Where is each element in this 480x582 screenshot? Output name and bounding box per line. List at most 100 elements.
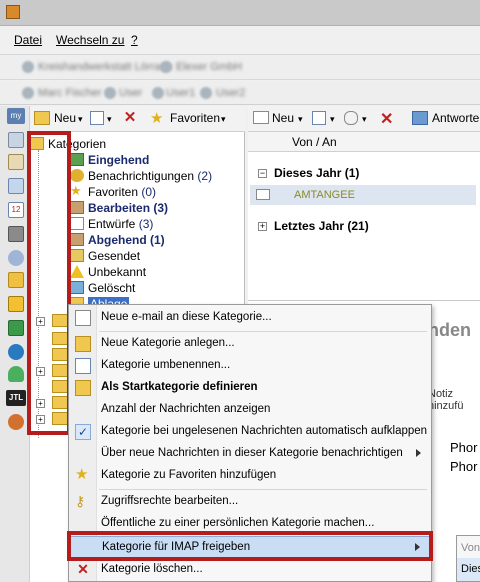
menu-item-auto-expand[interactable]: ✓ Kategorie bei ungelesenen Nachrichten …: [69, 421, 431, 443]
column-von-an[interactable]: Von / An: [292, 135, 337, 149]
documents-icon[interactable]: [8, 178, 24, 194]
tree-item-count: (0): [141, 185, 157, 199]
calendar-icon[interactable]: 12: [8, 202, 24, 218]
star-icon: ★: [150, 110, 164, 127]
user-icon: [104, 87, 116, 99]
collapse-icon[interactable]: −: [258, 169, 267, 178]
menu-help[interactable]: ?: [131, 33, 138, 47]
account-icon: [22, 61, 34, 73]
user-name-3[interactable]: User1: [166, 87, 195, 99]
menu-item-access-rights[interactable]: ⚷ Zugriffsrechte bearbeiten...: [69, 491, 431, 513]
message-row[interactable]: AMTANGEE: [250, 185, 476, 205]
chevron-down-icon[interactable]: ▾: [330, 114, 335, 125]
submenu-item-von[interactable]: Von: [461, 542, 480, 554]
folder-new-icon: [75, 336, 91, 352]
database-icon[interactable]: [8, 226, 24, 242]
checklist-icon[interactable]: [90, 111, 104, 125]
users-icon[interactable]: [8, 366, 24, 382]
recycle-icon: [70, 281, 84, 294]
inbox-icon: [70, 153, 84, 166]
warning-icon: [70, 265, 84, 278]
tree-new-button[interactable]: Neu: [54, 111, 76, 125]
outbox-icon: [70, 233, 84, 246]
my-icon[interactable]: my: [7, 108, 25, 124]
menu-bar: Datei Wechseln zu ?: [0, 27, 480, 51]
tree-item-label: Bearbeiten: [88, 201, 151, 215]
mail-icon[interactable]: [8, 132, 24, 148]
user-toolbar: Marc Fischer User User1 User2: [0, 81, 480, 105]
user-name-4[interactable]: User2: [216, 87, 245, 99]
menu-separator: [99, 331, 427, 332]
sent-icon: [70, 249, 84, 262]
account-toolbar: Kreishandwerkstatt Lörrach Elexer GmbH: [0, 54, 480, 80]
transfer-icon[interactable]: [8, 320, 24, 336]
draft-icon: [70, 217, 84, 230]
chevron-down-icon[interactable]: ▾: [298, 114, 303, 125]
delete-icon[interactable]: ✕: [122, 110, 138, 126]
menu-datei[interactable]: Datei: [14, 33, 42, 47]
group-dieses-jahr[interactable]: Dieses Jahr (1): [274, 166, 359, 180]
package-icon[interactable]: [8, 296, 24, 312]
checklist-icon[interactable]: [312, 111, 326, 125]
message-new-button[interactable]: Neu: [272, 111, 294, 125]
check-icon: ✓: [75, 424, 91, 440]
menu-wechseln-zu[interactable]: Wechseln zu: [56, 33, 124, 47]
chevron-down-icon[interactable]: ▾: [221, 114, 226, 125]
user-name-1[interactable]: Marc Fischer: [38, 87, 102, 99]
chevron-down-icon[interactable]: ▾: [362, 114, 367, 125]
submenu-item-label: Dies: [461, 563, 480, 575]
menu-item-notify[interactable]: Über neue Nachrichten in dieser Kategori…: [69, 443, 431, 465]
user-icon: [22, 87, 34, 99]
globe-icon[interactable]: [8, 344, 24, 360]
contacts-icon[interactable]: [8, 250, 24, 266]
clipboard-icon[interactable]: [8, 154, 24, 170]
group-letztes-jahr[interactable]: Letztes Jahr (21): [274, 219, 369, 233]
tree-item-label: Entwürfe: [88, 217, 136, 231]
chevron-down-icon[interactable]: ▾: [78, 114, 83, 125]
jtl-icon[interactable]: JTL: [6, 390, 26, 406]
annotation-box-imap: [67, 531, 433, 561]
notes-icon[interactable]: [8, 272, 24, 288]
menu-item-new-category[interactable]: Neue Kategorie anlegen...: [69, 333, 431, 355]
submenu-imap: Von Dies: [456, 535, 480, 582]
envelope-icon: [256, 189, 270, 200]
module-sidebar: my 12 JTL: [0, 106, 30, 582]
attachment-icon[interactable]: [344, 111, 358, 125]
tree-item-count: (3): [138, 217, 154, 231]
folder-start-icon: [75, 380, 91, 396]
tree-item-count: (1): [150, 233, 165, 247]
submenu-arrow-icon: [416, 449, 421, 457]
account-name-1[interactable]: Kreishandwerkstatt Lörrach: [38, 61, 172, 73]
star-icon: ★: [75, 466, 89, 483]
person-icon[interactable]: [8, 414, 24, 430]
menu-item-rename[interactable]: Kategorie umbenennen...: [69, 355, 431, 377]
tree-item-count: (3): [153, 201, 169, 215]
menu-item-show-count[interactable]: Anzahl der Nachrichten anzeigen: [69, 399, 431, 421]
user-name-2[interactable]: User: [119, 87, 142, 99]
bell-icon: [70, 169, 84, 182]
tree-item-label: Abgehend: [88, 233, 147, 247]
expand-icon[interactable]: +: [258, 222, 267, 231]
account-icon: [160, 61, 172, 73]
add-note-link[interactable]: Notiz hinzufü: [428, 388, 480, 412]
user-icon: [200, 87, 212, 99]
account-name-2[interactable]: Elexer GmbH: [176, 61, 242, 73]
menu-item-add-favorite[interactable]: ★ Kategorie zu Favoriten hinzufügen: [69, 465, 431, 487]
menu-item-start-category[interactable]: Als Startkategorie definieren: [69, 377, 431, 399]
phone-label-1: Phor: [450, 440, 478, 455]
detail-title: nden: [428, 320, 471, 340]
delete-icon: ✕: [77, 561, 89, 577]
user-icon: [152, 87, 164, 99]
message-toolbar: Neu ▾ ▾ ▾ ✕ Antworten: [248, 106, 480, 132]
favorites-button[interactable]: Favoriten: [170, 111, 220, 125]
chevron-down-icon[interactable]: ▾: [107, 114, 112, 125]
menu-item-new-mail[interactable]: Neue e-mail an diese Kategorie...: [69, 307, 431, 329]
reply-button[interactable]: Antworten: [432, 111, 480, 125]
title-bar: [0, 0, 480, 26]
submenu-item-dies[interactable]: Dies: [457, 558, 480, 581]
delete-icon[interactable]: ✕: [380, 109, 393, 129]
reply-icon: [412, 111, 428, 125]
menu-item-delete[interactable]: ✕ Kategorie löschen...: [69, 559, 431, 581]
key-icon: ⚷: [75, 493, 86, 509]
menu-separator: [99, 489, 427, 490]
